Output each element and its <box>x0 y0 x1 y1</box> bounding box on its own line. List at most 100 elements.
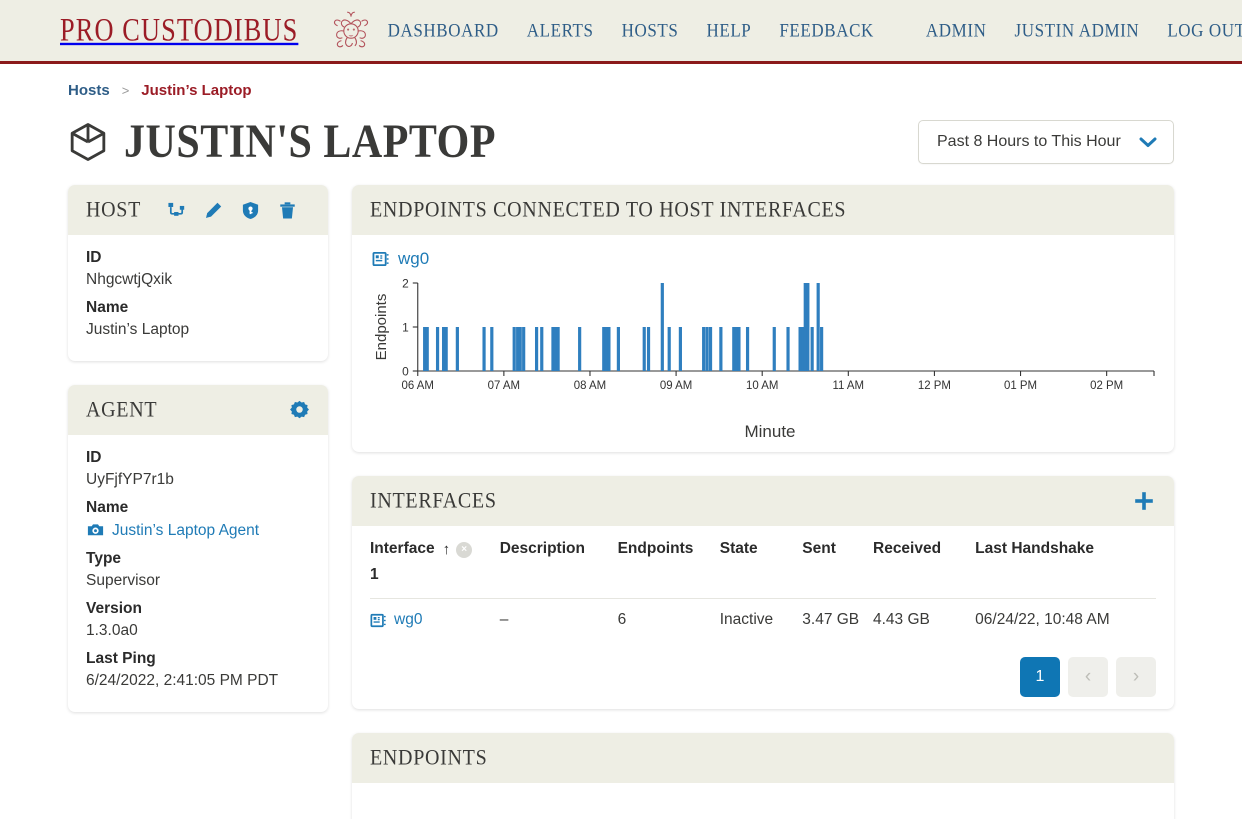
svg-text:0: 0 <box>402 364 409 378</box>
clear-sort-icon[interactable]: × <box>456 542 473 558</box>
svg-text:01 PM: 01 PM <box>1004 380 1037 392</box>
column-interface-sort-index: 1 <box>370 566 379 583</box>
interfaces-card: INTERFACES Interface ↑ × 1 Description E… <box>352 476 1174 709</box>
host-id-value: NhgcwtjQxik <box>86 271 173 288</box>
network-interface-icon <box>372 250 390 268</box>
endpoints-chart-header: ENDPOINTS CONNECTED TO HOST INTERFACES <box>352 185 1174 235</box>
svg-text:02 PM: 02 PM <box>1090 380 1123 392</box>
svg-text:08 AM: 08 AM <box>574 380 606 392</box>
agent-version-value: 1.3.0a0 <box>86 622 138 639</box>
agent-card: AGENT ID UyFjfYP7r1b Name Justin’s Lapto… <box>68 385 328 712</box>
agent-version-label: Version <box>86 600 142 617</box>
svg-text:Endpoints: Endpoints <box>373 294 390 361</box>
nav-hosts[interactable]: HOSTS <box>608 20 693 42</box>
agent-card-body: ID UyFjfYP7r1b Name Justin’s Laptop Agen… <box>68 435 328 712</box>
svg-text:06 AM: 06 AM <box>402 380 434 392</box>
chart-x-axis-label: Minute <box>744 422 796 441</box>
page-title-group: JUSTIN'S LAPTOP <box>68 90 496 194</box>
top-navigation-bar: PRO CUSTODIBUS DASHBOARD ALERTS HOSTS HE… <box>0 0 1242 64</box>
nav-help[interactable]: HELP <box>692 20 765 42</box>
nav-user[interactable]: JUSTIN ADMIN <box>1001 20 1154 42</box>
column-last-handshake[interactable]: Last Handshake <box>975 526 1156 599</box>
page-title: JUSTIN'S LAPTOP <box>124 115 496 169</box>
svg-text:11 AM: 11 AM <box>833 380 865 392</box>
column-endpoints[interactable]: Endpoints <box>617 526 720 599</box>
column-received[interactable]: Received <box>873 526 976 599</box>
time-range-select[interactable]: Past 8 Hours to This Hour <box>918 120 1174 164</box>
agent-card-title: AGENT <box>86 397 158 422</box>
agent-id-label: ID <box>86 449 102 466</box>
cell-last-handshake: 06/24/22, 10:48 AM <box>975 611 1110 628</box>
endpoints-chart-card: ENDPOINTS CONNECTED TO HOST INTERFACES w… <box>352 185 1174 452</box>
sort-ascending-icon[interactable]: ↑ <box>443 541 451 558</box>
plus-icon[interactable] <box>1132 489 1156 513</box>
cell-description: – <box>499 611 509 628</box>
time-range-value: Past 8 Hours to This Hour <box>937 133 1121 150</box>
chart-interface-label: wg0 <box>398 249 430 268</box>
edit-host-icon[interactable] <box>204 201 223 220</box>
agent-card-actions <box>289 400 310 421</box>
endpoints-chart-body: wg0 0 1 2 06 AM 07 AM 08 AM 09 AM 10 AM 11 AM 12 … <box>352 235 1174 452</box>
host-card-header: HOST <box>68 185 328 235</box>
svg-text:2: 2 <box>402 276 409 290</box>
delete-host-icon[interactable] <box>278 201 297 220</box>
cell-received: 4.43 GB <box>873 611 930 628</box>
medusa-logo-icon <box>328 8 374 54</box>
row-interface-link[interactable]: wg0 <box>394 611 422 629</box>
svg-text:10 AM: 10 AM <box>746 380 778 392</box>
agent-icon <box>86 521 105 540</box>
host-id-label: ID <box>86 249 102 266</box>
right-column: ENDPOINTS CONNECTED TO HOST INTERFACES w… <box>352 185 1174 819</box>
agent-name-link[interactable]: Justin’s Laptop Agent <box>112 522 259 540</box>
table-row[interactable]: wg0 – 6 Inactive 3.47 GB 4.43 GB 06/24/2… <box>370 599 1156 642</box>
host-name-label: Name <box>86 299 129 316</box>
endpoints-chart-title: ENDPOINTS CONNECTED TO HOST INTERFACES <box>370 197 847 222</box>
agent-type-value: Supervisor <box>86 572 161 589</box>
agent-type-label: Type <box>86 550 122 567</box>
svg-text:12 PM: 12 PM <box>918 380 951 392</box>
interfaces-table-body: wg0 – 6 Inactive 3.47 GB 4.43 GB 06/24/2… <box>370 599 1156 642</box>
interfaces-card-title: INTERFACES <box>370 488 497 513</box>
agent-last-ping-label: Last Ping <box>86 650 156 667</box>
interfaces-table-wrap: Interface ↑ × 1 Description Endpoints St… <box>352 526 1174 709</box>
cell-sent: 3.47 GB <box>802 611 860 628</box>
interfaces-header-row: Interface ↑ × 1 Description Endpoints St… <box>370 526 1156 599</box>
svg-text:1: 1 <box>402 320 409 334</box>
network-interface-icon <box>370 612 387 629</box>
page-title-row: JUSTIN'S LAPTOP Past 8 Hours to This Hou… <box>0 99 1242 175</box>
nav-logout[interactable]: LOG OUT <box>1153 20 1242 42</box>
host-card-actions <box>167 201 297 220</box>
column-description[interactable]: Description <box>499 526 618 599</box>
left-column: HOST ID NhgcwtjQxik Name Justin’s Laptop… <box>68 185 328 736</box>
nav-admin[interactable]: ADMIN <box>912 20 1001 42</box>
agent-name-label: Name <box>86 499 129 516</box>
nav-feedback[interactable]: FEEDBACK <box>765 20 888 42</box>
pagination-page-1[interactable]: 1 <box>1020 657 1060 697</box>
column-sent[interactable]: Sent <box>802 526 873 599</box>
agent-id-value: UyFjfYP7r1b <box>86 471 174 488</box>
column-interface[interactable]: Interface ↑ × 1 <box>370 526 500 599</box>
endpoints-card: ENDPOINTS <box>352 733 1174 819</box>
svg-text:09 AM: 09 AM <box>660 380 692 392</box>
chart-interface-link[interactable]: wg0 <box>372 249 1156 269</box>
brand-logo-link[interactable]: PRO CUSTODIBUS <box>60 8 374 54</box>
interfaces-pagination: 1 ‹ › <box>370 641 1156 703</box>
main-navigation: DASHBOARD ALERTS HOSTS HELP FEEDBACK ADM… <box>374 20 1242 42</box>
column-state[interactable]: State <box>719 526 803 599</box>
endpoints-card-header: ENDPOINTS <box>352 733 1174 783</box>
agent-name-value-row: Justin’s Laptop Agent <box>86 521 310 540</box>
agent-settings-icon[interactable] <box>289 400 310 421</box>
pagination-prev-icon[interactable]: ‹ <box>1068 657 1108 697</box>
interfaces-table: Interface ↑ × 1 Description Endpoints St… <box>370 526 1156 641</box>
host-card-body: ID NhgcwtjQxik Name Justin’s Laptop <box>68 235 328 361</box>
host-credentials-icon[interactable] <box>241 201 260 220</box>
column-interface-label: Interface <box>370 540 435 557</box>
agent-card-header: AGENT <box>68 385 328 435</box>
nav-dashboard[interactable]: DASHBOARD <box>374 20 513 42</box>
cell-state: Inactive <box>719 611 774 628</box>
pagination-next-icon[interactable]: › <box>1116 657 1156 697</box>
brand-wordmark: PRO CUSTODIBUS <box>60 11 299 49</box>
nav-alerts[interactable]: ALERTS <box>513 20 608 42</box>
svg-text:07 AM: 07 AM <box>488 380 520 392</box>
fork-host-icon[interactable] <box>167 201 186 220</box>
